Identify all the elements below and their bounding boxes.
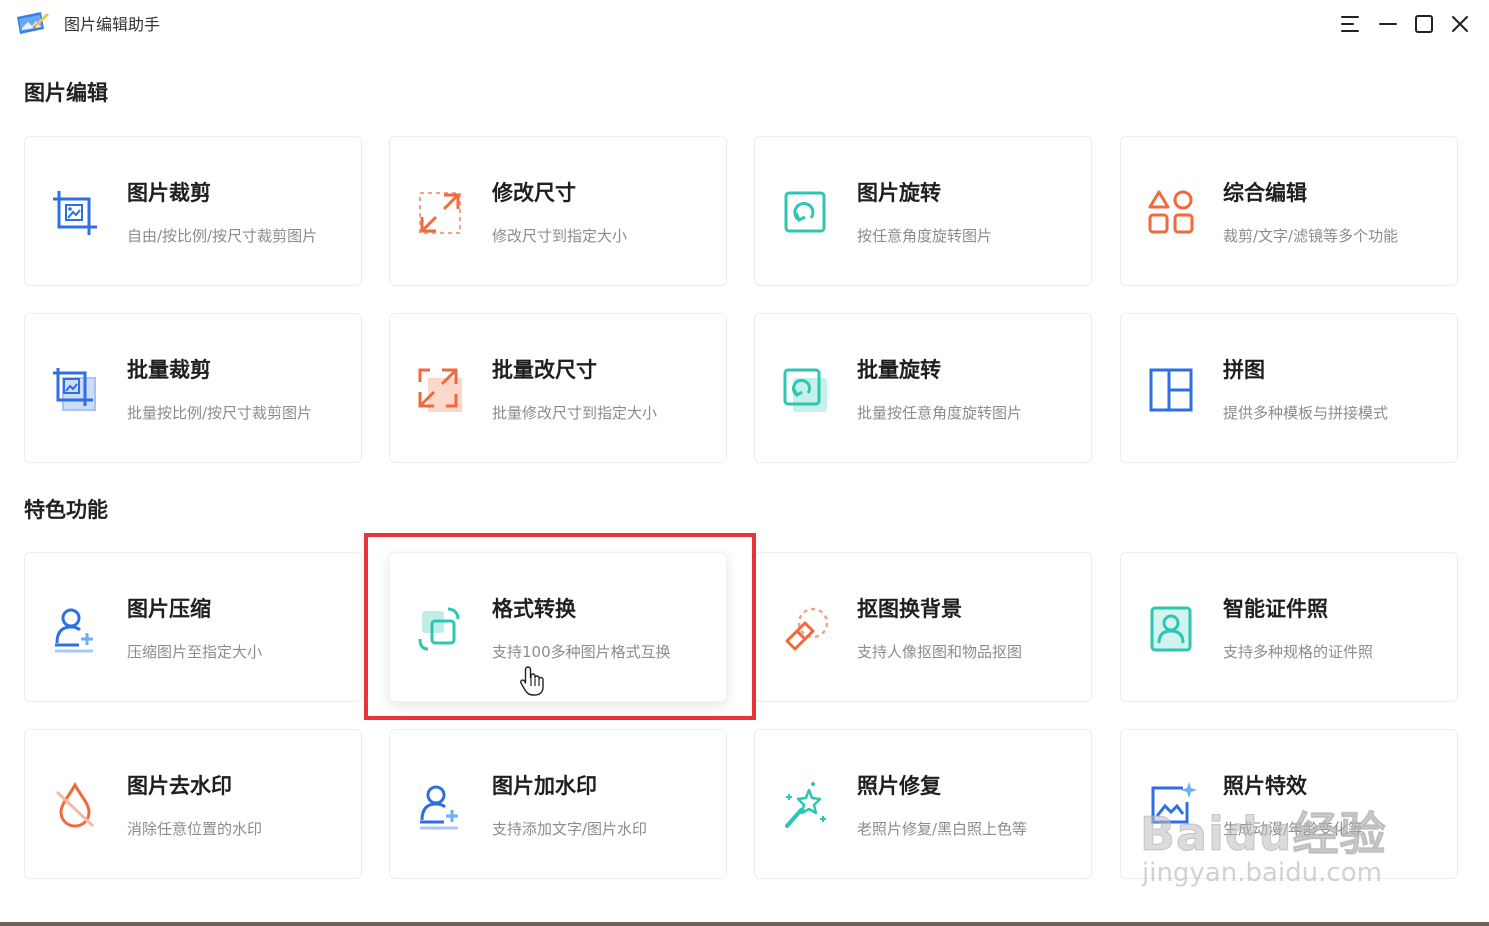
batch-crop-icon (53, 368, 96, 411)
card-title: 智能证件照 (1223, 597, 1328, 621)
card-title: 照片特效 (1223, 774, 1307, 798)
card-title: 图片加水印 (492, 774, 597, 798)
batch-resize-icon (418, 368, 462, 412)
card-description: 支持多种规格的证件照 (1223, 643, 1374, 661)
card-description: 按任意角度旋转图片 (857, 227, 993, 245)
id-photo-icon (1150, 606, 1192, 652)
rotate-icon (784, 191, 826, 233)
card-title: 批量旋转 (857, 358, 941, 382)
card-cutout-background[interactable]: 抠图换背景 支持人像抠图和物品抠图 (754, 552, 1092, 702)
card-title: 拼图 (1223, 358, 1265, 382)
card-add-watermark[interactable]: 图片加水印 支持添加文字/图片水印 (389, 729, 727, 879)
card-compress[interactable]: 图片压缩 压缩图片至指定大小 (24, 552, 362, 702)
card-description: 压缩图片至指定大小 (127, 643, 263, 661)
card-description: 支持100多种图片格式互换 (492, 643, 671, 661)
card-title: 图片旋转 (857, 181, 941, 205)
magic-wand-icon (785, 782, 826, 828)
card-crop[interactable]: 图片裁剪 自由/按比例/按尺寸裁剪图片 (24, 136, 362, 286)
section-title-image-edit: 图片编辑 (24, 81, 108, 105)
collage-icon (1149, 368, 1193, 412)
card-description: 生成动漫/年龄变化等 (1223, 820, 1364, 838)
hand-pointer-icon (520, 666, 544, 696)
card-title: 修改尺寸 (492, 181, 576, 205)
card-title: 照片修复 (857, 774, 941, 798)
card-description: 自由/按比例/按尺寸裁剪图片 (127, 227, 318, 245)
add-watermark-icon (420, 785, 458, 830)
card-title: 综合编辑 (1223, 181, 1307, 205)
card-comprehensive-edit[interactable]: 综合编辑 裁剪/文字/滤镜等多个功能 (1120, 136, 1458, 286)
minimize-icon[interactable] (1376, 12, 1400, 36)
card-description: 批量修改尺寸到指定大小 (492, 404, 658, 422)
eraser-icon (785, 607, 829, 651)
card-batch-resize[interactable]: 批量改尺寸 批量修改尺寸到指定大小 (389, 313, 727, 463)
card-description: 批量按任意角度旋转图片 (857, 404, 1023, 422)
card-title: 图片裁剪 (127, 181, 211, 205)
card-description: 裁剪/文字/滤镜等多个功能 (1223, 227, 1399, 245)
card-title: 格式转换 (492, 597, 576, 621)
card-remove-watermark[interactable]: 图片去水印 消除任意位置的水印 (24, 729, 362, 879)
section-title-featured: 特色功能 (24, 498, 108, 522)
photo-effect-icon (1151, 782, 1197, 824)
card-photo-effect[interactable]: 照片特效 生成动漫/年龄变化等 (1120, 729, 1458, 879)
card-title: 图片压缩 (127, 597, 211, 621)
crop-icon (53, 191, 97, 235)
resize-icon (419, 192, 461, 234)
card-format-convert[interactable]: 格式转换 支持100多种图片格式互换 (389, 552, 727, 702)
app-title: 图片编辑助手 (64, 15, 161, 34)
bottom-edge (0, 922, 1489, 926)
close-icon[interactable] (1448, 12, 1472, 36)
card-description: 修改尺寸到指定大小 (492, 227, 628, 245)
shapes-icon (1148, 190, 1194, 234)
card-title: 图片去水印 (127, 774, 232, 798)
card-batch-rotate[interactable]: 批量旋转 批量按任意角度旋转图片 (754, 313, 1092, 463)
card-resize[interactable]: 修改尺寸 修改尺寸到指定大小 (389, 136, 727, 286)
card-title: 批量改尺寸 (492, 358, 597, 382)
title-bar: 图片编辑助手 (0, 0, 1489, 50)
card-id-photo[interactable]: 智能证件照 支持多种规格的证件照 (1120, 552, 1458, 702)
remove-watermark-icon (55, 781, 95, 828)
card-photo-repair[interactable]: 照片修复 老照片修复/黑白照上色等 (754, 729, 1092, 879)
menu-icon[interactable] (1338, 12, 1362, 36)
batch-rotate-icon (783, 368, 827, 412)
card-description: 老照片修复/黑白照上色等 (857, 820, 1028, 838)
card-collage[interactable]: 拼图 提供多种模板与拼接模式 (1120, 313, 1458, 463)
card-description: 提供多种模板与拼接模式 (1223, 404, 1389, 422)
card-rotate[interactable]: 图片旋转 按任意角度旋转图片 (754, 136, 1092, 286)
app-logo-icon (17, 12, 49, 34)
card-title: 抠图换背景 (857, 597, 962, 621)
card-description: 消除任意位置的水印 (127, 820, 263, 838)
format-convert-icon (418, 607, 460, 651)
card-title: 批量裁剪 (127, 358, 211, 382)
compress-icon (55, 608, 93, 653)
card-description: 批量按比例/按尺寸裁剪图片 (127, 404, 313, 422)
card-batch-crop[interactable]: 批量裁剪 批量按比例/按尺寸裁剪图片 (24, 313, 362, 463)
card-description: 支持添加文字/图片水印 (492, 820, 648, 838)
card-description: 支持人像抠图和物品抠图 (857, 643, 1023, 661)
maximize-icon[interactable] (1412, 12, 1436, 36)
